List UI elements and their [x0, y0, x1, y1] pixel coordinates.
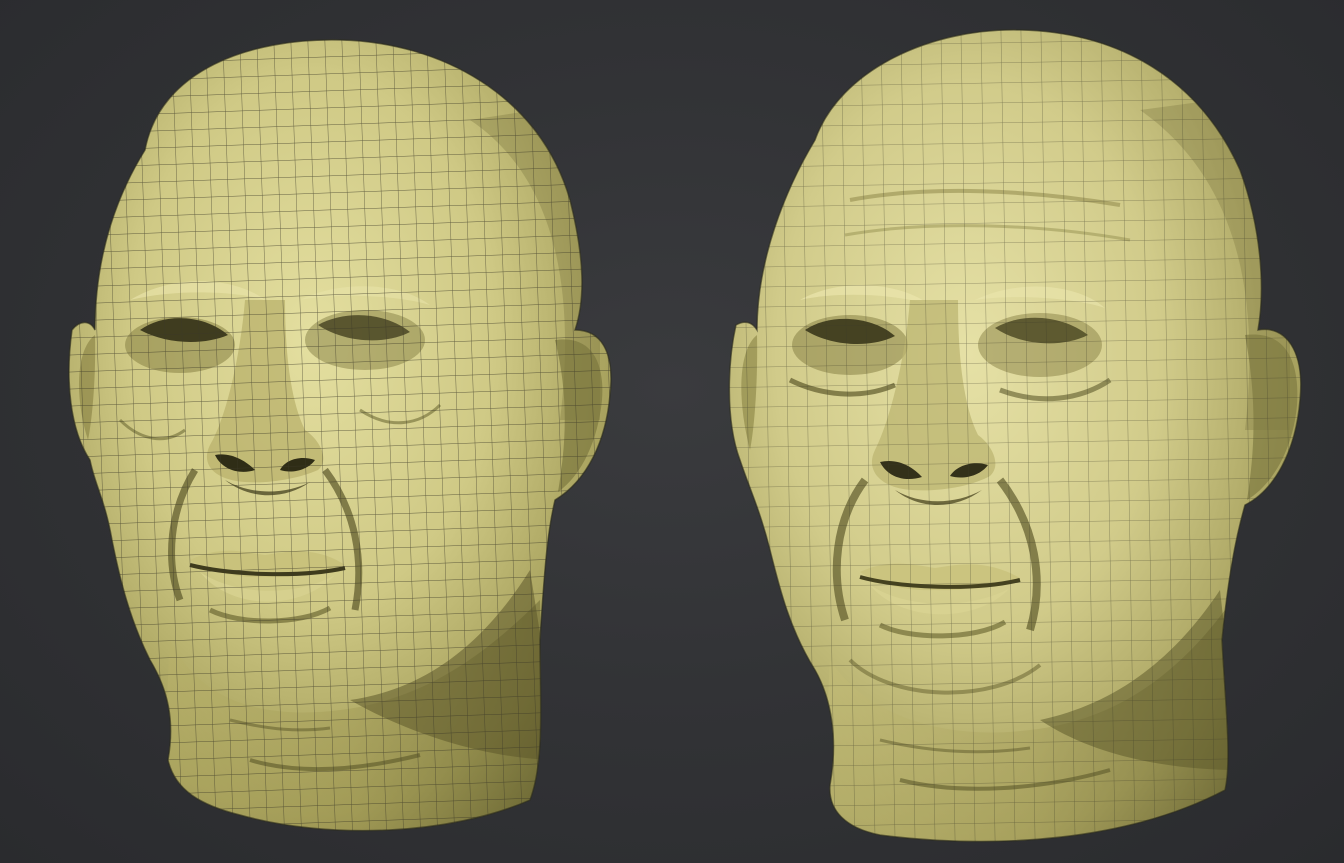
sculpt-render-scene — [68, 29, 1302, 843]
high-resolution-head — [728, 29, 1302, 843]
render-viewport — [0, 0, 1344, 863]
low-resolution-head — [68, 39, 612, 832]
